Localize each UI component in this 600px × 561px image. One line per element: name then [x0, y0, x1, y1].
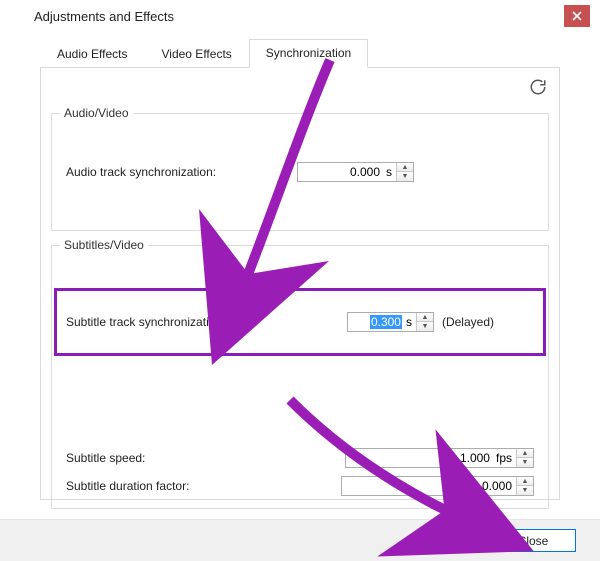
group-legend-audio-video: Audio/Video	[60, 106, 133, 120]
spin-up-icon[interactable]: ▲	[397, 163, 413, 172]
tab-video-effects[interactable]: Video Effects	[145, 40, 249, 68]
subtitle-sync-suffix: s	[404, 313, 416, 331]
refresh-icon[interactable]	[529, 78, 547, 99]
subtitle-speed-value: 1.000	[346, 449, 494, 467]
group-subtitles-video: Subtitles/Video Subtitle track synchroni…	[51, 245, 549, 509]
group-legend-subtitles-video: Subtitles/Video	[60, 238, 148, 252]
audio-sync-value: 0.000	[298, 163, 384, 181]
sync-panel: Audio/Video Audio track synchronization:…	[40, 68, 560, 500]
subtitle-duration-spinbox[interactable]: 0.000 ▲ ▼	[341, 476, 534, 496]
tab-strip: Audio Effects Video Effects Synchronizat…	[40, 38, 560, 68]
adjustments-window: Adjustments and Effects Audio Effects Vi…	[0, 0, 600, 561]
subtitle-duration-value: 0.000	[342, 477, 516, 495]
spin-down-icon[interactable]: ▼	[517, 486, 533, 495]
subtitle-sync-label: Subtitle track synchronization:	[66, 315, 225, 329]
subtitle-sync-value: 0.300	[370, 315, 402, 329]
close-icon	[572, 11, 582, 21]
group-audio-video: Audio/Video Audio track synchronization:…	[51, 113, 549, 231]
subtitle-sync-spinbox[interactable]: 0.300 s ▲ ▼	[347, 312, 434, 332]
spin-down-icon[interactable]: ▼	[517, 458, 533, 467]
spin-up-icon[interactable]: ▲	[517, 449, 533, 458]
titlebar: Adjustments and Effects	[0, 0, 600, 32]
window-title: Adjustments and Effects	[34, 9, 564, 24]
spin-down-icon[interactable]: ▼	[397, 172, 413, 181]
audio-sync-spinbox[interactable]: 0.000 s ▲ ▼	[297, 162, 414, 182]
tab-synchronization[interactable]: Synchronization	[249, 39, 368, 68]
subtitle-sync-status: (Delayed)	[442, 315, 494, 329]
spin-up-icon[interactable]: ▲	[517, 477, 533, 486]
spin-down-icon[interactable]: ▼	[417, 322, 433, 331]
audio-sync-suffix: s	[384, 163, 396, 181]
audio-sync-label: Audio track synchronization:	[66, 165, 216, 179]
spin-up-icon[interactable]: ▲	[417, 313, 433, 322]
subtitle-duration-label: Subtitle duration factor:	[66, 479, 189, 493]
close-button[interactable]: Close	[490, 529, 576, 552]
subtitle-speed-suffix: fps	[494, 449, 516, 467]
tab-audio-effects[interactable]: Audio Effects	[40, 40, 145, 68]
subtitle-speed-spinbox[interactable]: 1.000 fps ▲ ▼	[345, 448, 534, 468]
bottom-bar: Close	[0, 519, 600, 561]
subtitle-speed-label: Subtitle speed:	[66, 451, 145, 465]
window-close-button[interactable]	[564, 5, 590, 27]
